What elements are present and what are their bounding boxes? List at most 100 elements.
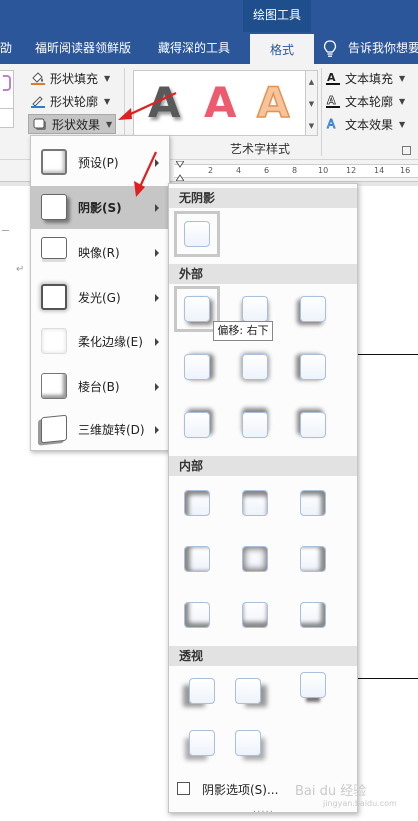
submenu-arrow-icon (155, 248, 159, 257)
shadow-icon (41, 194, 67, 220)
group-separator (321, 68, 322, 156)
shadow-swatch (242, 490, 268, 516)
wordart-group-label: 艺术字样式 (230, 142, 291, 156)
menu-item-label: 柔化边缘(E) (78, 335, 143, 349)
menu-item-glow[interactable]: 发光(G) (31, 276, 169, 319)
shadow-outer-offset-bottom-left[interactable] (290, 286, 336, 332)
ribbon-tab-bar: 绘图工具 劭 福昕阅读器领鲜版 藏得深的工具 格式 告诉我你想要 (0, 0, 418, 64)
shadow-swatch (300, 296, 326, 322)
wordart-style-red[interactable]: A (204, 75, 237, 131)
svg-text:A: A (327, 117, 336, 131)
shadow-inner-bottom[interactable] (232, 592, 278, 638)
chevron-down-icon: ▼ (399, 119, 406, 129)
shadow-inner-center[interactable] (232, 536, 278, 582)
shadow-perspective-lower-right[interactable] (225, 720, 271, 766)
tab-help[interactable]: 劭 (0, 34, 12, 64)
shadow-outer-offset-top-right[interactable] (174, 402, 220, 448)
wordart-style-gallery[interactable]: A A A (133, 70, 306, 136)
shadow-swatch (300, 546, 326, 572)
lightbulb-icon (323, 40, 337, 57)
shadow-perspective-below[interactable] (290, 662, 336, 708)
tell-me-box[interactable]: 告诉我你想要 (348, 34, 418, 64)
shadow-swatch (300, 412, 326, 438)
shadow-outer-offset-top-left[interactable] (290, 402, 336, 448)
shadow-swatch (242, 354, 268, 380)
menu-item-3d-rotation[interactable]: 三维旋转(D) (31, 408, 169, 451)
text-outline-icon: A (325, 94, 341, 108)
text-fill-icon: A (325, 71, 341, 85)
menu-item-label: 发光(G) (78, 291, 121, 305)
shadow-swatch (235, 678, 261, 704)
shadow-inner-bottom-right[interactable] (290, 592, 336, 638)
text-fill-label: 文本填充 (345, 71, 394, 86)
shadow-option-none[interactable] (174, 211, 220, 257)
shape-edge-line (358, 678, 418, 679)
indent-marker-icon[interactable] (176, 161, 184, 169)
svg-text:A: A (327, 71, 336, 84)
shape-effects-button[interactable]: 形状效果 ▼ (28, 114, 117, 134)
menu-item-label: 预设(P) (78, 156, 119, 170)
shadow-inner-bottom-left[interactable] (174, 592, 220, 638)
text-effects-icon: A (325, 117, 341, 132)
shadow-swatch (184, 354, 210, 380)
shadow-inner-top-left[interactable] (174, 480, 220, 526)
wordart-style-gray[interactable]: A (148, 75, 181, 131)
submenu-arrow-icon (155, 337, 159, 346)
ruler-number: 6 (264, 166, 270, 175)
shadow-swatch (189, 678, 215, 704)
resize-grip-icon[interactable]: ..... (253, 804, 274, 815)
text-effects-button[interactable]: A 文本效果 ▼ (325, 114, 406, 134)
shape-outline-button[interactable]: 形状轮廓 ▼ (30, 91, 110, 111)
text-fill-button[interactable]: A 文本填充 ▼ (325, 68, 405, 88)
chevron-down-icon: ▼ (106, 119, 113, 129)
shadow-swatch (184, 296, 210, 322)
indent-marker-bottom-icon[interactable] (176, 173, 184, 181)
tab-format[interactable]: 格式 (250, 34, 315, 64)
reflection-icon (41, 237, 67, 259)
shadow-outer-offset-top[interactable] (232, 402, 278, 448)
menu-item-label: 阴影(S) (78, 201, 122, 215)
chevron-down-icon: ▼ (104, 73, 111, 83)
section-outer: 外部 (169, 264, 357, 284)
paint-bucket-icon (30, 71, 46, 85)
gallery-scroll-edge[interactable] (0, 108, 14, 128)
menu-item-soft-edges[interactable]: 柔化边缘(E) (31, 320, 169, 363)
shadow-options-label: 阴影选项(S)... (202, 783, 279, 797)
ruler-number: 4 (236, 166, 242, 175)
preset-icon (41, 149, 67, 175)
watermark-text: Bai du 经验 (295, 784, 367, 799)
margin-corner-mark (2, 224, 9, 231)
shadow-perspective-upper-left[interactable] (179, 668, 225, 714)
menu-item-shadow[interactable]: 阴影(S) (31, 186, 169, 229)
shadow-perspective-lower-left[interactable] (179, 720, 225, 766)
shadow-swatch (300, 490, 326, 516)
wordart-style-orange-outline[interactable]: A (256, 75, 290, 131)
shadow-swatch (300, 602, 326, 628)
menu-item-preset[interactable]: 预设(P) (31, 141, 169, 184)
shadow-perspective-upper-right[interactable] (225, 668, 271, 714)
ruler-scale: 2 4 6 8 10 12 14 16 18 (174, 161, 418, 181)
watermark-url: jingyan.baidu.com (323, 799, 397, 808)
shadow-inner-top[interactable] (232, 480, 278, 526)
menu-item-reflection[interactable]: 映像(R) (31, 231, 169, 274)
gallery-scrollbar[interactable]: ▲ ▼ ▼ (306, 70, 318, 136)
shadow-inner-top-right[interactable] (290, 480, 336, 526)
shadow-swatch (242, 602, 268, 628)
submenu-arrow-icon (155, 425, 159, 434)
shadow-options-checkbox[interactable] (177, 782, 190, 795)
shadow-inner-left[interactable] (174, 536, 220, 582)
shadow-outer-offset-right[interactable] (174, 344, 220, 390)
tab-foxit-reader[interactable]: 福昕阅读器领鲜版 (35, 34, 131, 64)
baidu-watermark: Bai du 经验 jingyan.baidu.com (295, 780, 397, 808)
menu-item-bevel[interactable]: 棱台(B) (31, 365, 169, 408)
shadow-swatch (300, 672, 326, 698)
dialog-launcher-icon[interactable] (402, 146, 411, 155)
shadow-outer-offset-left[interactable] (290, 344, 336, 390)
bevel-icon (41, 373, 67, 399)
shadow-swatch (300, 354, 326, 380)
shadow-outer-center[interactable] (232, 344, 278, 390)
tab-hidden-tools[interactable]: 藏得深的工具 (158, 34, 230, 64)
shadow-inner-right[interactable] (290, 536, 336, 582)
text-outline-button[interactable]: A 文本轮廓 ▼ (325, 91, 405, 111)
shape-fill-button[interactable]: 形状填充 ▼ (30, 68, 110, 88)
